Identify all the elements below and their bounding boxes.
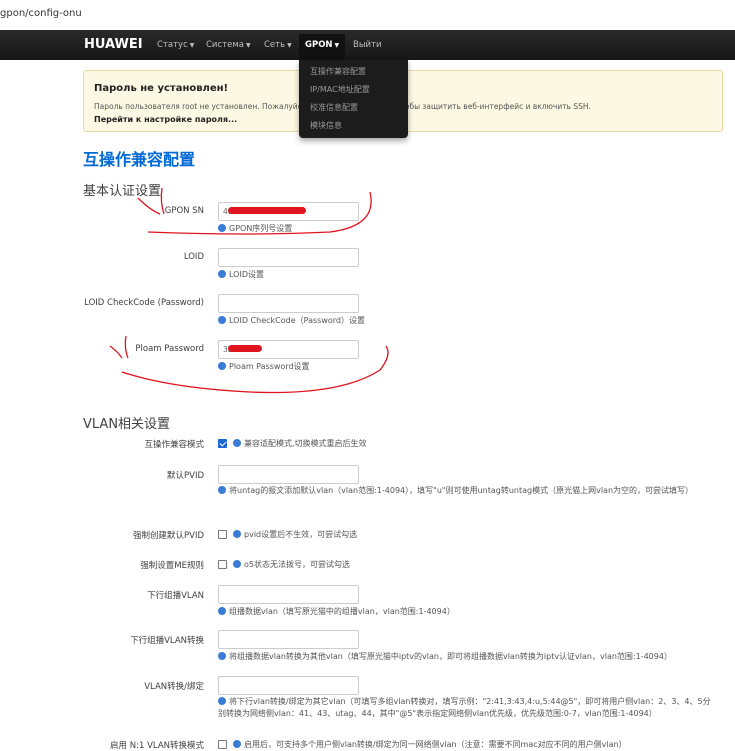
default-pvid-label: 默认PVID [167,471,204,481]
compat-mode-label: 互操作兼容模式 [144,440,204,450]
help-icon [218,697,226,705]
set-password-link[interactable]: Перейти к настройке пароля... [94,115,237,124]
compat-mode-checkbox[interactable] [218,439,227,448]
nav-gpon[interactable]: GPON ▼ [299,34,346,60]
gpon-dropdown-menu: 互操作兼容配置 IP/MAC地址配置 校准信息配置 模块信息 [299,60,408,138]
help-icon [218,224,226,232]
help-icon [218,362,226,370]
caret-down-icon: ▼ [334,42,340,49]
brand-logo[interactable]: HUAWEI [84,37,143,52]
section-title-vlan: VLAN相关设置 [83,417,171,432]
menu-item-calibration[interactable]: 校准信息配置 [310,102,358,113]
mcast-vlan-help: 组播数据vlan（填写原光猫中的组播vlan，vlan范围:1-4094） [218,606,455,617]
loid-checkcode-label: LOID CheckCode (Password) [84,298,204,308]
help-icon [218,316,226,324]
gpon-sn-label: GPON SN [164,206,204,216]
menu-item-ipmac[interactable]: IP/MAC地址配置 [310,84,370,95]
n1-vlan-help: 启用后，可支持多个用户侧vlan转换/绑定为同一网络侧vlan（注意：需要不同m… [233,739,627,750]
force-pvid-checkbox[interactable] [218,530,227,539]
menu-item-interop[interactable]: 互操作兼容配置 [310,66,366,77]
help-icon [233,560,241,568]
section-title-auth: 基本认证设置 [83,184,162,199]
help-icon [218,607,226,615]
url-text[interactable]: gpon/config-onu [0,8,82,19]
ploam-password-label: Ploam Password [135,344,204,354]
loid-checkcode-input[interactable] [218,294,359,313]
help-icon [218,486,226,494]
mcast-vlan-label: 下行组播VLAN [147,591,204,601]
caret-down-icon: ▼ [245,42,251,49]
mcast-translate-input[interactable] [218,630,359,649]
default-pvid-input[interactable] [218,465,359,484]
help-icon [218,270,226,278]
force-me-label: 强制设置ME规则 [140,561,204,571]
vlan-bind-input[interactable] [218,676,359,695]
force-pvid-label: 强制创建默认PVID [133,531,204,541]
nav-logout[interactable]: Выйти [353,40,382,50]
n1-vlan-label: 启用 N:1 VLAN转换模式 [110,741,204,751]
help-icon [233,439,241,447]
nav-network[interactable]: Сеть ▼ [264,40,292,50]
top-navbar: HUAWEI Статус ▼ Система ▼ Сеть ▼ GPON ▼ Выйт… [0,30,735,60]
page-title: 互操作兼容配置 [83,150,196,169]
nav-system[interactable]: Система ▼ [206,40,251,50]
mcast-translate-help: 将组播数据vlan转换为其他vlan（填写原光猫中iptv的vlan，即可将组播… [218,651,672,662]
n1-vlan-checkbox[interactable] [218,740,227,749]
force-me-help: o5状态无法拨号，可尝试勾选 [233,559,350,570]
redaction-mark [228,207,306,214]
force-me-checkbox[interactable] [218,560,227,569]
vlan-bind-label: VLAN转换/绑定 [144,682,204,692]
loid-checkcode-help: LOID CheckCode（Password）设置 [218,315,365,326]
caret-down-icon: ▼ [287,42,292,49]
loid-input[interactable] [218,248,359,267]
menu-item-module-info[interactable]: 模块信息 [310,120,342,131]
vlan-bind-help: 将下行vlan转换/绑定为其它vlan（可填写多组vlan转换对，填写示例："2… [218,697,711,718]
alert-title: Пароль не установлен! [94,83,229,94]
loid-label: LOID [183,252,204,262]
force-pvid-help: pvid设置后不生效，可尝试勾选 [233,529,357,540]
mcast-vlan-input[interactable] [218,585,359,604]
nav-status[interactable]: Статус ▼ [157,40,194,50]
loid-help: LOID设置 [218,269,264,280]
mcast-translate-label: 下行组播VLAN转换 [130,636,204,646]
compat-mode-help: 兼容适配模式,切换模式重启后生效 [233,438,367,449]
gpon-sn-help: GPON序列号设置 [218,223,292,234]
default-pvid-help: 将untag的报文添加默认vlan（vlan范围:1-4094），填写"u"则可… [218,485,718,497]
browser-address-bar[interactable]: gpon/config-onu [0,0,735,31]
ploam-password-help: Ploam Password设置 [218,361,310,372]
help-icon [218,652,226,660]
caret-down-icon: ▼ [189,42,195,49]
help-icon [233,530,241,538]
redaction-mark [228,345,262,352]
